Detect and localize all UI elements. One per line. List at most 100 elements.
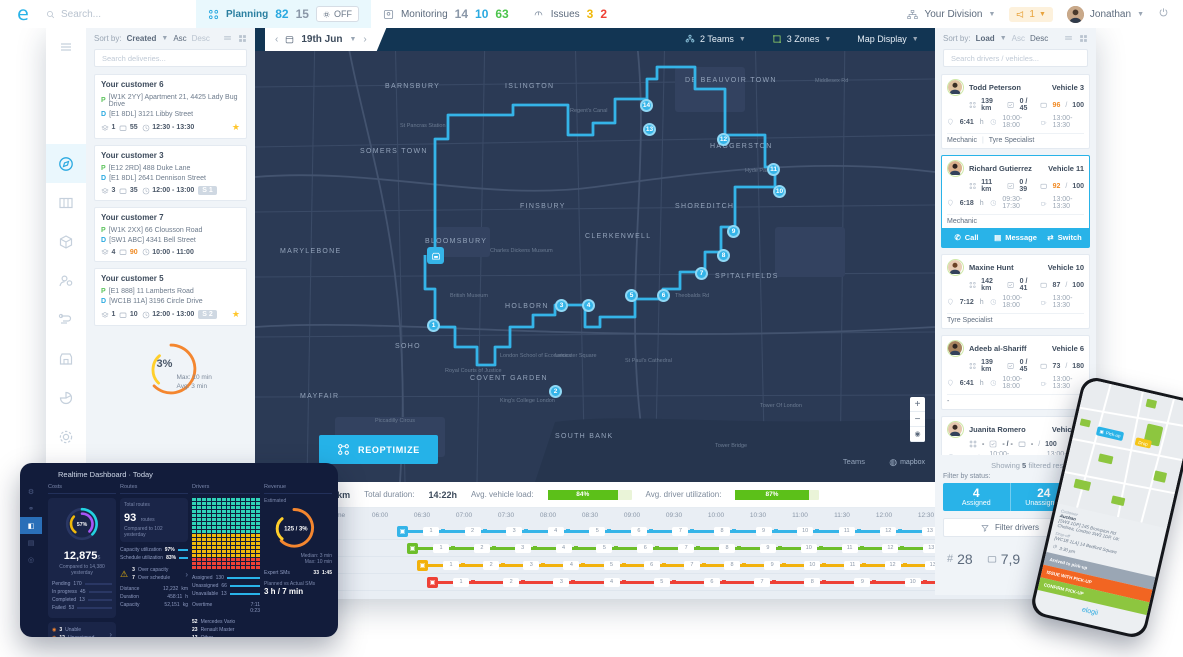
sort-value[interactable]: Load <box>976 34 995 43</box>
power-icon[interactable] <box>1158 7 1169 21</box>
zones-filter[interactable]: 3 Zones ▼ <box>772 34 831 44</box>
gantt-stop[interactable]: 6 <box>630 526 647 536</box>
sidebar-item-planning[interactable] <box>46 144 86 183</box>
gantt-stop[interactable]: 11 <box>838 526 855 536</box>
map-stop-marker[interactable]: 8 <box>717 249 730 262</box>
map-stop-marker[interactable]: 5 <box>625 289 638 302</box>
app-logo[interactable]: e <box>0 4 46 24</box>
chevron-right-icon[interactable]: › <box>109 630 112 638</box>
sidebar-item-menu[interactable] <box>46 27 86 66</box>
gantt-vehicle-icon[interactable]: ▣ <box>427 576 438 588</box>
nav-issues[interactable]: Issues 3 2 <box>521 0 619 28</box>
chevron-right-icon[interactable]: › <box>185 570 188 579</box>
sort-asc[interactable]: Asc <box>173 34 186 43</box>
gantt-vehicle-icon[interactable]: ▣ <box>407 542 418 554</box>
grid-view-icon[interactable] <box>1079 34 1088 43</box>
delivery-card[interactable]: Your customer 5 P [E1 888] 11 Lamberts Roa… <box>94 268 247 326</box>
global-search[interactable]: Search... <box>46 9 196 20</box>
map-stop-marker[interactable]: 12 <box>717 133 730 146</box>
driver-card[interactable]: Maxine Hunt Vehicle 10 142 km 0 / 41 87/100 7… <box>941 254 1090 329</box>
map-zoom-controls[interactable]: + − ◉ <box>910 397 925 442</box>
sort-desc[interactable]: Desc <box>192 34 210 43</box>
zoom-out-button[interactable]: − <box>910 412 925 427</box>
chevron-down-icon[interactable]: ▼ <box>349 36 356 43</box>
gantt-stop[interactable]: 1 <box>443 560 459 570</box>
dashboard-rail-users[interactable]: ⚭ <box>20 500 42 517</box>
gantt-stop[interactable]: 9 <box>764 560 781 570</box>
date-navigator[interactable]: ‹ 19th Jun ▼ › <box>265 27 387 51</box>
zoom-in-button[interactable]: + <box>910 397 925 412</box>
gantt-stop[interactable]: 3 <box>506 526 523 536</box>
gantt-stop[interactable]: 8 <box>719 543 735 553</box>
routes-alerts[interactable]: ⚠ 3 Over capacity 7 Over schedule › <box>120 566 188 582</box>
gantt-stop[interactable]: 9 <box>759 543 776 553</box>
gantt-stop[interactable]: 1 <box>453 577 469 587</box>
depot-marker[interactable] <box>427 247 444 264</box>
gantt-stop[interactable]: 10 <box>904 577 921 587</box>
gantt-stop[interactable]: 1 <box>423 526 439 536</box>
gantt-stop[interactable]: 9 <box>854 577 871 587</box>
map-stop-marker[interactable]: 1 <box>427 319 440 332</box>
gantt-stop[interactable]: 5 <box>653 577 670 587</box>
sort-value[interactable]: Created <box>127 34 157 43</box>
gantt-stop[interactable]: 2 <box>464 526 481 536</box>
map-display-selector[interactable]: Map Display ▼ <box>857 34 918 44</box>
gantt-stop[interactable]: 2 <box>473 543 490 553</box>
nav-planning[interactable]: Planning 82 15 OFF <box>196 0 371 28</box>
gantt-stop[interactable]: 5 <box>596 543 613 553</box>
status-assigned[interactable]: 4 Assigned <box>943 483 1010 512</box>
gantt-stop[interactable]: 5 <box>603 560 620 570</box>
sidebar-item-routes[interactable] <box>46 300 86 339</box>
list-view-icon[interactable] <box>223 34 232 43</box>
map-stop-marker[interactable]: 4 <box>582 299 595 312</box>
gantt-stop[interactable]: 4 <box>563 560 580 570</box>
nav-monitoring[interactable]: Monitoring 14 10 63 <box>371 0 521 28</box>
sidebar-item-depots[interactable] <box>46 339 86 378</box>
sort-desc[interactable]: Desc <box>1030 34 1048 43</box>
gantt-stop[interactable]: 4 <box>555 543 572 553</box>
gantt-stop[interactable]: 4 <box>603 577 620 587</box>
gantt-stop[interactable]: 6 <box>703 577 720 587</box>
delivery-card[interactable]: Your customer 7 P [W1K 2XX] 66 Clousson Ro… <box>94 207 247 262</box>
gantt-stop[interactable]: 10 <box>804 560 821 570</box>
gantt-stop[interactable]: 7 <box>683 560 700 570</box>
map-view[interactable]: BARNSBURY ISLINGTON DE BEAUVOIR TOWN SOMERS… <box>255 27 935 482</box>
gantt-stop[interactable]: 7 <box>672 526 689 536</box>
map-stop-marker[interactable]: 7 <box>695 267 708 280</box>
driver-action-message[interactable]: ▤ Message <box>991 228 1040 247</box>
chevron-down-icon[interactable]: ▼ <box>1000 35 1007 42</box>
delivery-card[interactable]: Your customer 6 P [W1K 2YY] Apartment 21, … <box>94 74 247 139</box>
gantt-stop[interactable]: 7 <box>678 543 695 553</box>
gantt-stop[interactable]: 2 <box>483 560 500 570</box>
gantt-stop[interactable]: 10 <box>800 543 817 553</box>
gantt-stop[interactable]: 4 <box>547 526 564 536</box>
sidebar-item-settings[interactable] <box>46 417 86 456</box>
driver-action-call[interactable]: ✆ Call <box>942 228 991 247</box>
gantt-stop[interactable]: 3 <box>553 577 570 587</box>
gantt-stop[interactable]: 12 <box>882 543 899 553</box>
dashboard-rail-more[interactable]: ◎ <box>20 551 42 568</box>
sidebar-item-drivers[interactable] <box>46 261 86 300</box>
gantt-stop[interactable]: 1 <box>433 543 449 553</box>
list-view-icon[interactable] <box>1064 34 1073 43</box>
deliveries-search-input[interactable]: Search deliveries... <box>94 49 247 67</box>
gantt-stop[interactable]: 6 <box>643 560 660 570</box>
chevron-left-icon[interactable]: ‹ <box>275 34 278 45</box>
drivers-search-input[interactable]: Search drivers / vehicles... <box>943 49 1088 67</box>
gantt-stop[interactable]: 7 <box>754 577 771 587</box>
chevron-right-icon[interactable]: › <box>363 34 366 45</box>
user-menu[interactable]: Jonathan ▼ <box>1066 5 1144 23</box>
gantt-stop[interactable]: 11 <box>841 543 858 553</box>
gantt-stop[interactable]: 8 <box>804 577 821 587</box>
dashboard-rail-active[interactable]: ◧ <box>20 517 42 534</box>
sidebar-item-orders[interactable] <box>46 222 86 261</box>
grid-view-icon[interactable] <box>238 34 247 43</box>
gantt-stop[interactable]: 8 <box>724 560 740 570</box>
map-stop-marker[interactable]: 9 <box>727 225 740 238</box>
map-stop-marker[interactable]: 14 <box>640 99 653 112</box>
driver-card[interactable]: Todd Peterson Vehicle 3 139 km 0 / 45 96/100… <box>941 74 1090 149</box>
map-stop-marker[interactable]: 13 <box>643 123 656 136</box>
gantt-stop[interactable]: 2 <box>503 577 520 587</box>
costs-foot[interactable]: ◉3Unable◉12Unassigned › <box>48 622 116 637</box>
map-stop-marker[interactable]: 2 <box>549 385 562 398</box>
